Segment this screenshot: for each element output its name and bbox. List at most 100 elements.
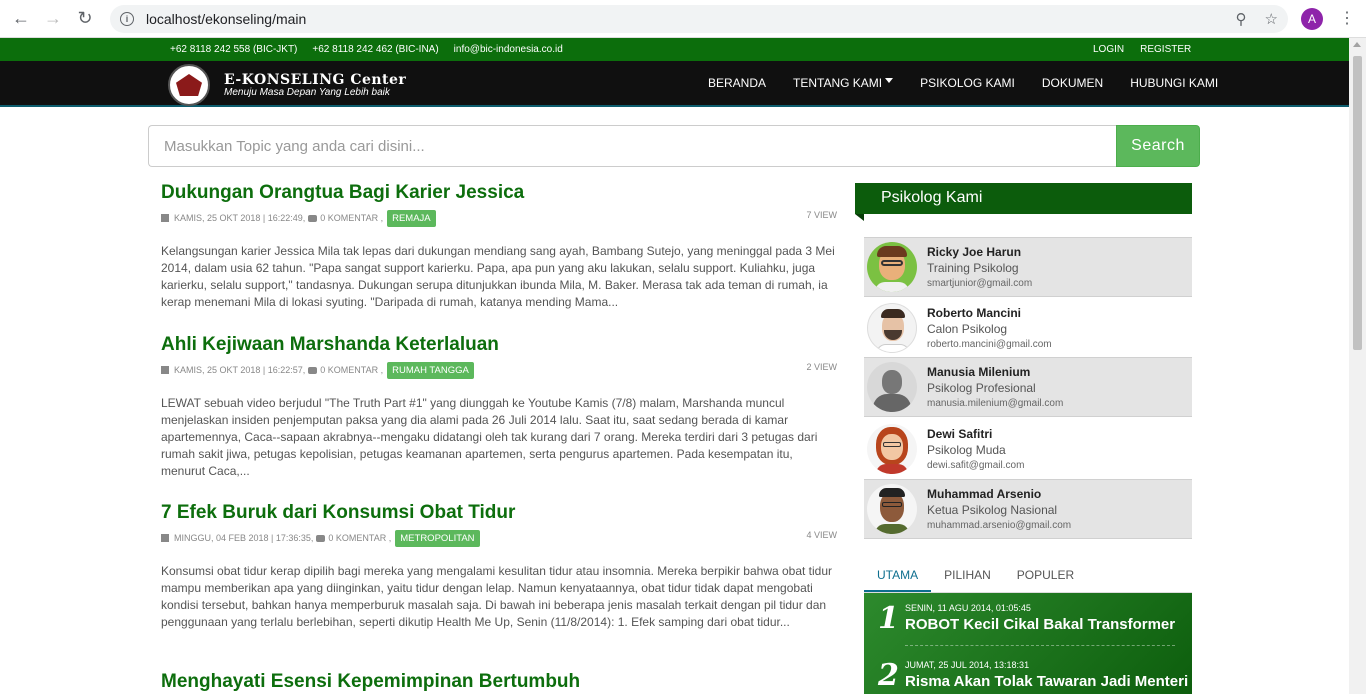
psychologist-role: Ketua Psikolog Nasional [927, 503, 1058, 517]
heading-notch [855, 214, 864, 221]
reload-icon[interactable]: ↻ [74, 8, 96, 30]
psikolog-kami-heading: Psikolog Kami [855, 183, 1192, 221]
psychologist-card[interactable]: Dewi Safitri Psikolog Muda dewi.safit@gm… [864, 419, 1192, 479]
psychologist-avatar [867, 484, 917, 534]
article-excerpt: LEWAT sebuah video berjudul "The Truth P… [161, 396, 818, 478]
scroll-up-icon[interactable] [1353, 42, 1361, 47]
url-text[interactable]: localhost/ekonseling/main [146, 11, 306, 27]
nav-dokumen[interactable]: DOKUMEN [1042, 76, 1103, 90]
psychologist-email[interactable]: muhammad.arsenio@gmail.com [927, 520, 1071, 531]
calendar-icon [161, 534, 169, 542]
zoom-icon[interactable]: ⚲ [1236, 10, 1247, 28]
psychologist-card[interactable]: Muhammad Arsenio Ketua Psikolog Nasional… [864, 479, 1192, 539]
nav-psikolog-kami[interactable]: PSIKOLOG KAMI [920, 76, 1015, 90]
psychologist-role: Psikolog Muda [927, 443, 1006, 457]
top-contact-bar: +62 8118 242 558 (BIC-JKT) +62 8118 242 … [0, 38, 1349, 61]
nav-tentang-kami[interactable]: TENTANG KAMI [793, 76, 894, 90]
psychologist-card[interactable]: Ricky Joe Harun Training Psikolog smartj… [864, 237, 1192, 297]
tab-pilihan[interactable]: PILIHAN [931, 561, 1004, 592]
psychologist-email[interactable]: roberto.mancini@gmail.com [927, 339, 1052, 350]
news-rank: 1 [878, 601, 899, 636]
site-header: E-KONSELING Center Menuju Masa Depan Yan… [0, 61, 1349, 107]
news-date: JUMAT, 25 JUL 2014, 13:18:31 [905, 660, 1030, 670]
psychologist-role: Calon Psikolog [927, 322, 1008, 336]
comment-icon [308, 366, 318, 374]
back-icon[interactable]: ← [10, 8, 32, 30]
site-logo[interactable] [168, 64, 210, 106]
article-title[interactable]: Ahli Kejiwaan Marshanda Keterlaluan [161, 334, 837, 356]
comment-icon [308, 214, 318, 222]
news-title[interactable]: Risma Akan Tolak Tawaran Jadi Menteri [905, 673, 1188, 690]
article-item: Ahli Kejiwaan Marshanda Keterlaluan KAMI… [161, 334, 837, 480]
address-bar[interactable]: i localhost/ekonseling/main ⚲ ☆ [110, 5, 1288, 33]
article-date: MINGGU, 04 FEB 2018 | 17:36:35, [174, 533, 314, 543]
news-divider [905, 645, 1175, 646]
article-excerpt: Kelangsungan karier Jessica Mila tak lep… [161, 244, 835, 309]
article-excerpt: Konsumsi obat tidur kerap dipilih bagi m… [161, 564, 833, 629]
bookmark-star-icon[interactable]: ☆ [1265, 10, 1278, 28]
article-meta: MINGGU, 04 FEB 2018 | 17:36:35, 0 KOMENT… [161, 529, 837, 547]
login-link[interactable]: LOGIN [1093, 44, 1124, 55]
psychologist-avatar [867, 303, 917, 353]
scrollbar-thumb[interactable] [1353, 56, 1362, 350]
psychologist-name: Manusia Milenium [927, 365, 1031, 379]
caret-down-icon [885, 77, 894, 83]
article-title[interactable]: 7 Efek Buruk dari Konsumsi Obat Tidur [161, 502, 837, 524]
comment-icon [316, 534, 326, 542]
article-item: Menghayati Esensi Kepemimpinan Bertumbuh [161, 671, 837, 693]
psychologist-role: Psikolog Profesional [927, 381, 1036, 395]
topic-search-input[interactable] [148, 125, 1117, 167]
forward-icon[interactable]: → [42, 8, 64, 30]
browser-toolbar: ← → ↻ i localhost/ekonseling/main ⚲ ☆ A … [0, 0, 1366, 38]
news-title[interactable]: ROBOT Kecil Cikal Bakal Transformer [905, 616, 1175, 633]
psychologist-name: Dewi Safitri [927, 427, 993, 441]
psychologist-name: Roberto Mancini [927, 306, 1022, 320]
psychologist-name: Ricky Joe Harun [927, 245, 1022, 259]
article-comments[interactable]: 0 KOMENTAR , [320, 365, 383, 375]
menu-kebab-icon[interactable]: ⋮ [1339, 9, 1355, 29]
psychologist-name: Muhammad Arsenio [927, 487, 1042, 501]
psychologist-role: Training Psikolog [927, 261, 1019, 275]
view-count: 2 VIEW [806, 362, 837, 372]
nav-beranda[interactable]: BERANDA [708, 76, 766, 90]
profile-avatar[interactable]: A [1301, 8, 1323, 30]
sidebar-heading-text: Psikolog Kami [881, 189, 983, 206]
phone-jkt: +62 8118 242 558 (BIC-JKT) [170, 44, 298, 55]
search-button[interactable]: Search [1116, 125, 1200, 167]
contact-email[interactable]: info@bic-indonesia.co.id [454, 44, 563, 55]
psychologist-avatar [867, 362, 917, 412]
nav-hubungi-kami[interactable]: HUBUNGI KAMI [1130, 76, 1218, 90]
category-tag[interactable]: RUMAH TANGGA [387, 361, 474, 379]
psychologist-card[interactable]: Roberto Mancini Calon Psikolog roberto.m… [864, 298, 1192, 358]
tab-utama[interactable]: UTAMA [864, 561, 932, 592]
psychologist-email[interactable]: manusia.milenium@gmail.com [927, 398, 1063, 409]
psychologist-email[interactable]: dewi.safit@gmail.com [927, 460, 1024, 471]
calendar-icon [161, 366, 169, 374]
register-link[interactable]: REGISTER [1140, 44, 1191, 55]
brand-title[interactable]: E-KONSELING Center [224, 72, 406, 88]
psychologist-card[interactable]: Manusia Milenium Psikolog Profesional ma… [864, 357, 1192, 417]
info-icon[interactable]: i [120, 12, 134, 26]
phone-ina: +62 8118 242 462 (BIC-INA) [312, 44, 439, 55]
view-count: 7 VIEW [806, 210, 837, 220]
psychologist-email[interactable]: smartjunior@gmail.com [927, 278, 1032, 289]
article-title[interactable]: Dukungan Orangtua Bagi Karier Jessica [161, 182, 837, 204]
page-scrollbar[interactable] [1349, 38, 1366, 694]
category-tag[interactable]: REMAJA [387, 209, 436, 227]
news-rank: 2 [878, 658, 899, 693]
tab-populer[interactable]: POPULER [1004, 561, 1087, 592]
article-item: Dukungan Orangtua Bagi Karier Jessica KA… [161, 182, 837, 311]
article-meta: KAMIS, 25 OKT 2018 | 16:22:57, 0 KOMENTA… [161, 361, 837, 379]
article-item: 7 Efek Buruk dari Konsumsi Obat Tidur MI… [161, 502, 837, 631]
category-tag[interactable]: METROPOLITAN [395, 529, 480, 547]
article-meta: KAMIS, 25 OKT 2018 | 16:22:49, 0 KOMENTA… [161, 209, 837, 227]
news-date: SENIN, 11 AGU 2014, 01:05:45 [905, 603, 1031, 613]
main-nav: BERANDA TENTANG KAMI PSIKOLOG KAMI DOKUM… [708, 76, 1245, 90]
psychologist-avatar [867, 424, 917, 474]
article-comments[interactable]: 0 KOMENTAR , [328, 533, 391, 543]
news-tabs: UTAMA PILIHAN POPULER [864, 561, 1192, 593]
article-date: KAMIS, 25 OKT 2018 | 16:22:49, [174, 213, 306, 223]
article-date: KAMIS, 25 OKT 2018 | 16:22:57, [174, 365, 306, 375]
article-title[interactable]: Menghayati Esensi Kepemimpinan Bertumbuh [161, 671, 837, 693]
article-comments[interactable]: 0 KOMENTAR , [320, 213, 383, 223]
